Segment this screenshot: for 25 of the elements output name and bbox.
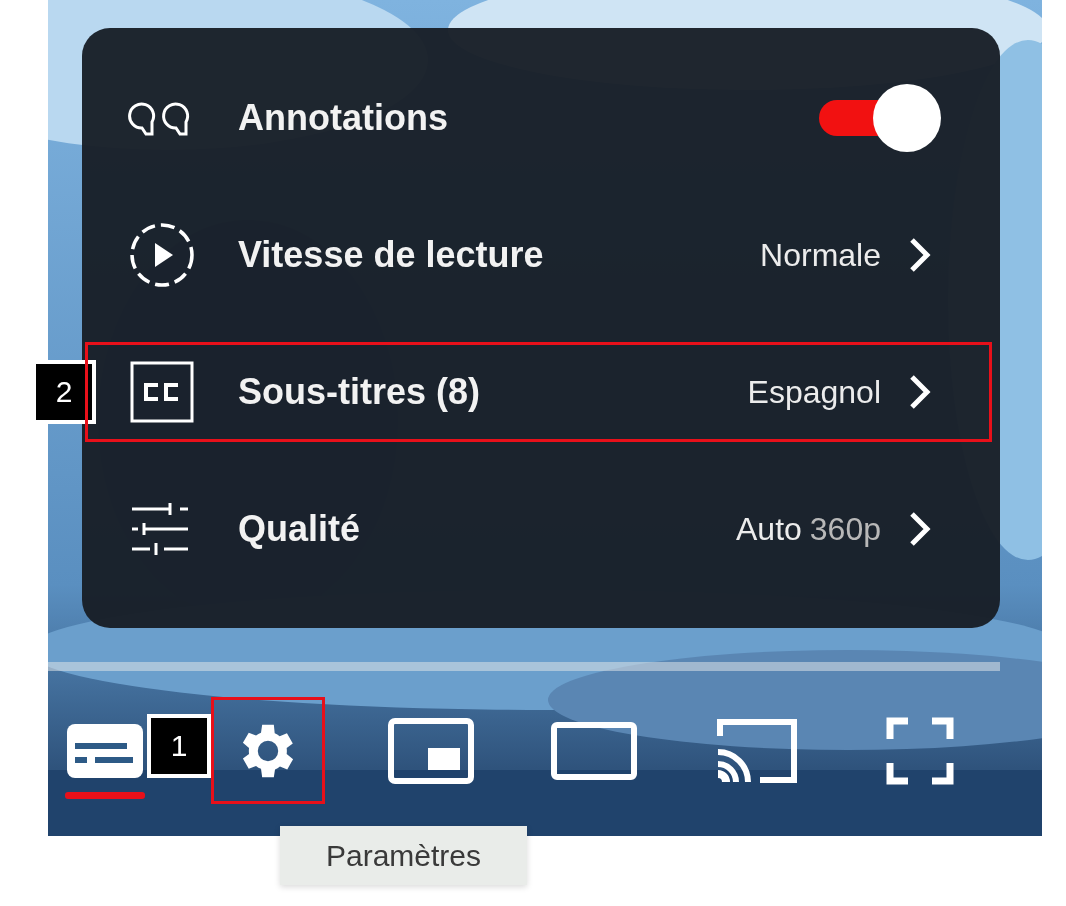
menu-item-value: Normale <box>760 236 881 274</box>
menu-item-label: Vitesse de lecture <box>238 234 545 276</box>
playback-speed-icon <box>128 221 196 289</box>
callout-marker: 1 <box>147 714 211 778</box>
miniplayer-icon <box>388 717 474 784</box>
chevron-right-icon <box>909 511 931 547</box>
settings-button[interactable] <box>211 697 325 804</box>
menu-item-value: Auto <box>736 510 802 548</box>
tooltip: Paramètres <box>280 826 527 885</box>
menu-item-label: Qualité <box>238 508 362 550</box>
menu-item-label: Annotations <box>238 97 449 139</box>
menu-item-value: Espagnol <box>747 373 881 411</box>
toggle-switch[interactable] <box>819 84 941 152</box>
theater-mode-icon <box>551 721 637 780</box>
menu-item-label: Sous-titres (8) <box>238 371 482 413</box>
subtitles-icon <box>67 723 143 778</box>
menu-item[interactable]: Sous-titres (8) Espagnol <box>85 342 992 442</box>
menu-item[interactable]: Vitesse de lecture Normale <box>85 205 992 305</box>
fullscreen-icon <box>886 716 954 785</box>
menu-item[interactable]: Qualité Auto 360p <box>85 479 992 579</box>
menu-item[interactable]: Annotations <box>85 68 992 168</box>
quality-detail: 360p <box>809 510 881 548</box>
chevron-right-icon <box>909 237 931 273</box>
closed-captions-icon <box>130 361 194 423</box>
chevron-right-icon <box>909 374 931 410</box>
